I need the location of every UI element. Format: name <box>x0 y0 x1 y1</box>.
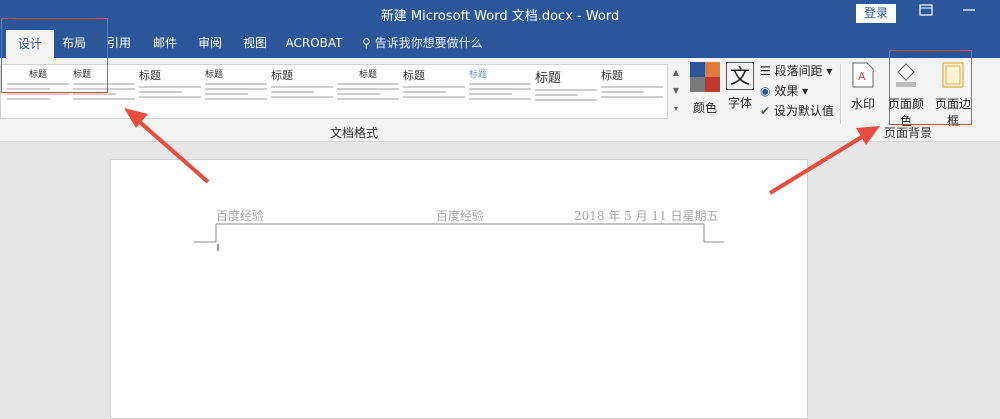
annotation-arrow-left <box>132 115 210 184</box>
annotation-arrows <box>124 108 880 195</box>
annotation-arrow-right <box>768 130 872 195</box>
arrow-head-right <box>856 126 880 145</box>
